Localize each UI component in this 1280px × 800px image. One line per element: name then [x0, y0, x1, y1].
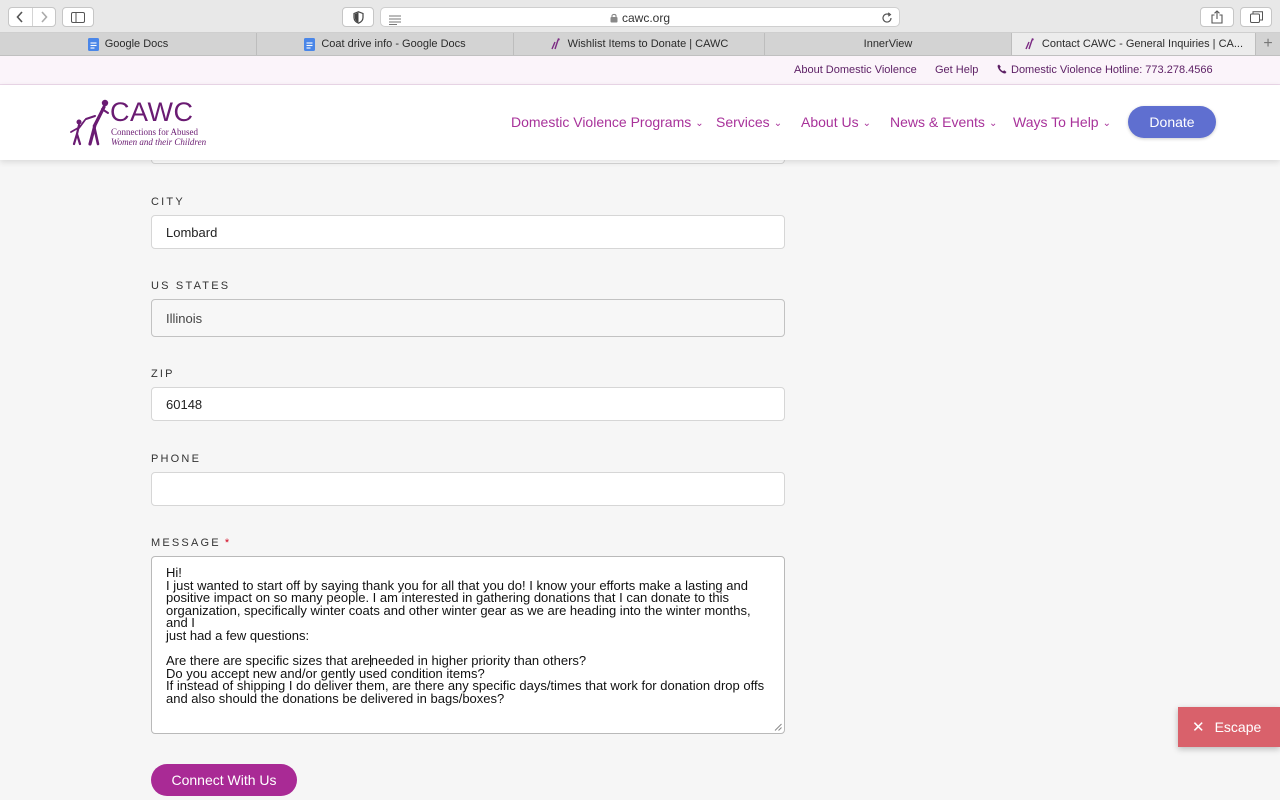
nav-label: Ways To Help: [1013, 114, 1099, 130]
logo-tagline: Connections for Abused Women and their C…: [111, 127, 206, 147]
tab-bar: Google Docs Coat drive info - Google Doc…: [0, 33, 1280, 56]
nav-ways-to-help[interactable]: Ways To Help ⌄: [1013, 114, 1111, 130]
message-textarea[interactable]: Hi! I just wanted to start off by saying…: [151, 556, 785, 734]
reload-icon[interactable]: [881, 11, 893, 29]
about-dv-link[interactable]: About Domestic Violence: [794, 64, 917, 76]
tab-label: Coat drive info - Google Docs: [321, 38, 466, 50]
connect-with-us-button[interactable]: Connect With Us: [151, 764, 297, 796]
google-docs-icon: [304, 37, 316, 51]
escape-button[interactable]: ✕ Escape: [1178, 707, 1280, 747]
tab-label: Wishlist Items to Donate | CAWC: [567, 38, 729, 50]
nav-services[interactable]: Services ⌄: [716, 114, 782, 130]
cawc-icon: [550, 38, 562, 50]
cawc-icon: [1024, 38, 1036, 50]
share-button[interactable]: [1200, 7, 1234, 27]
browser-toolbar: cawc.org: [0, 0, 1280, 33]
chevron-right-icon: [41, 11, 48, 23]
privacy-button[interactable]: [342, 7, 374, 27]
required-mark: *: [224, 537, 232, 549]
get-help-link[interactable]: Get Help: [935, 64, 978, 76]
nav-label: News & Events: [890, 114, 985, 130]
nav-label: Services: [716, 114, 770, 130]
phone-field[interactable]: [151, 472, 785, 506]
plus-icon: +: [1263, 35, 1273, 52]
logo-name: CAWC: [110, 97, 194, 127]
chevron-left-icon: [16, 11, 23, 23]
share-icon: [1211, 10, 1223, 24]
shield-icon: [352, 10, 364, 24]
new-tab-button[interactable]: +: [1256, 33, 1280, 55]
resize-handle-icon[interactable]: [774, 723, 782, 731]
state-select[interactable]: Illinois: [151, 299, 785, 337]
forward-button[interactable]: [31, 8, 56, 26]
city-value: Lombard: [166, 224, 218, 240]
chevron-down-icon: ⌄: [862, 118, 871, 129]
logo-tagline-line1: Connections for Abused: [111, 127, 198, 137]
nav-news-events[interactable]: News & Events ⌄: [890, 114, 997, 130]
tab-label: Contact CAWC - General Inquiries | CA...: [1041, 38, 1244, 50]
sidebar-icon: [71, 11, 85, 23]
zip-value: 60148: [166, 396, 203, 412]
chevron-down-icon: ⌄: [695, 118, 704, 129]
tab-google-docs[interactable]: Google Docs: [0, 33, 257, 55]
utility-nav: About Domestic Violence Get Help Domesti…: [0, 56, 1280, 85]
cawc-logo[interactable]: CAWC Connections for Abused Women and th…: [68, 97, 218, 149]
sidebar-button[interactable]: [62, 7, 94, 27]
chevron-down-icon: ⌄: [773, 118, 783, 129]
logo-tagline-line2: Women and their Children: [111, 137, 207, 147]
hotline-link[interactable]: Domestic Violence Hotline: 773.278.4566: [997, 64, 1213, 76]
city-field[interactable]: Lombard: [151, 215, 785, 249]
phone-label: PHONE: [151, 453, 202, 465]
tab-innerview[interactable]: InnerView: [765, 33, 1012, 55]
city-label: CITY: [151, 196, 185, 208]
nav-label: About Us: [801, 114, 859, 130]
escape-label: Escape: [1214, 719, 1262, 735]
tab-label: InnerView: [863, 38, 913, 50]
tab-contact-cawc[interactable]: Contact CAWC - General Inquiries | CA...: [1012, 33, 1256, 55]
tab-label: Google Docs: [104, 38, 169, 50]
zip-field[interactable]: 60148: [151, 387, 785, 421]
google-docs-icon: [87, 37, 99, 51]
logo-figures-icon: [70, 99, 109, 146]
zip-label: ZIP: [151, 368, 175, 380]
tab-wishlist[interactable]: Wishlist Items to Donate | CAWC: [514, 33, 765, 55]
phone-icon: [997, 64, 1007, 74]
state-label: US STATES: [151, 280, 231, 292]
chevron-down-icon: ⌄: [988, 118, 998, 129]
close-icon: ✕: [1192, 719, 1205, 736]
url-display: cawc.org: [381, 11, 899, 25]
donate-button[interactable]: Donate: [1128, 106, 1216, 138]
chevron-down-icon: ⌄: [1102, 118, 1111, 129]
hotline-text: Domestic Violence Hotline: 773.278.4566: [1011, 64, 1213, 76]
back-button[interactable]: [9, 8, 32, 26]
history-nav: [8, 7, 56, 27]
tab-coat-drive[interactable]: Coat drive info - Google Docs: [257, 33, 514, 55]
url-text: cawc.org: [621, 11, 671, 25]
nav-dv-programs[interactable]: Domestic Violence Programs ⌄: [511, 114, 704, 130]
state-value: Illinois: [166, 310, 203, 326]
site-header: CAWC Connections for Abused Women and th…: [0, 85, 1280, 160]
message-label: MESSAGE *: [151, 537, 231, 549]
message-label-text: MESSAGE: [151, 537, 221, 549]
address-bar[interactable]: cawc.org: [380, 7, 900, 27]
lock-icon: [610, 13, 618, 23]
tabs-icon: [1249, 11, 1263, 23]
nav-about-us[interactable]: About Us ⌄: [801, 114, 871, 130]
nav-label: Domestic Violence Programs: [511, 114, 692, 130]
tabs-overview-button[interactable]: [1240, 7, 1272, 27]
